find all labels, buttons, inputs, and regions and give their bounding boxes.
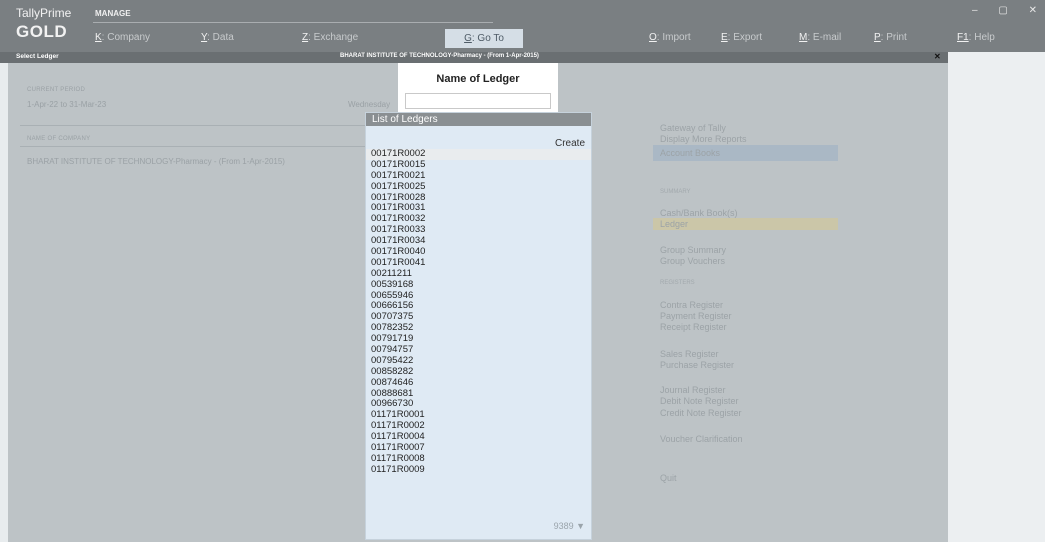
gateway-item[interactable]: Quit [660, 473, 677, 483]
gateway-item[interactable]: Voucher Clarification [660, 434, 743, 444]
app-name: TallyPrime [16, 6, 72, 20]
gateway-item[interactable]: Account Books [660, 148, 720, 158]
menu-print[interactable]: P: Print [874, 32, 907, 43]
ledger-item[interactable]: 00171R0025 [366, 181, 591, 193]
gateway-item[interactable]: Group Vouchers [660, 256, 725, 266]
current-date-label: Wednesday [348, 100, 391, 109]
gateway-item[interactable]: Cash/Bank Book(s) [660, 208, 738, 218]
screen-close-icon[interactable]: ✕ [934, 52, 941, 61]
gateway-item[interactable]: Group Summary [660, 245, 726, 255]
menu-help[interactable]: F1: Help [957, 32, 995, 43]
gateway-item[interactable]: Journal Register [660, 385, 726, 395]
app-edition: GOLD [16, 22, 68, 41]
gateway-item[interactable]: Ledger [660, 219, 688, 229]
section-divider [93, 22, 493, 23]
minimize-icon[interactable]: – [972, 5, 978, 16]
menu-exchange[interactable]: Z: Exchange [302, 32, 358, 43]
screen-title-bar: Select Ledger BHARAT INSTITUTE OF TECHNO… [0, 52, 948, 63]
company-title: BHARAT INSTITUTE OF TECHNOLOGY-Pharmacy … [340, 53, 539, 59]
current-period: 1-Apr-22 to 31-Mar-23 [27, 100, 107, 109]
menu-import[interactable]: O: Import [649, 32, 691, 43]
section-label: MANAGE [95, 9, 131, 18]
goto-button[interactable]: G: Go To [445, 29, 523, 48]
ledger-items: 00171R0002 00171R0015 00171R0021 00171R0025… [366, 148, 591, 476]
close-icon[interactable]: ✕ [1029, 5, 1037, 16]
gateway-item[interactable]: Purchase Register [660, 360, 734, 370]
list-of-ledgers: List of Ledgers Create 00171R0002 00171R0… [365, 112, 592, 540]
gateway-item[interactable]: Gateway of Tally [660, 123, 726, 133]
gateway-section: SUMMARY [660, 189, 691, 195]
ledger-count[interactable]: 9389 ▼ [554, 521, 585, 531]
product-logo: TallyPrime GOLD [16, 6, 71, 42]
gateway-item[interactable]: Debit Note Register [660, 396, 739, 406]
menu-email[interactable]: M: E-mail [799, 32, 841, 43]
gateway-item[interactable]: Display More Reports [660, 134, 747, 144]
gateway-item[interactable]: Payment Register [660, 311, 732, 321]
maximize-icon[interactable]: ▢ [998, 5, 1007, 16]
ledger-item[interactable]: 00539168 [366, 279, 591, 291]
ledger-name-input[interactable] [405, 93, 551, 109]
gateway-item[interactable]: Sales Register [660, 349, 719, 359]
gateway-item[interactable]: Receipt Register [660, 322, 727, 332]
gateway-item[interactable]: Contra Register [660, 300, 723, 310]
button-panel [948, 52, 1045, 542]
menu-data[interactable]: Y: Data [201, 32, 234, 43]
company-label: NAME OF COMPANY [27, 136, 91, 142]
name-of-ledger-title: Name of Ledger [436, 73, 520, 85]
name-of-ledger-panel: Name of Ledger [398, 63, 558, 113]
create-button[interactable]: Create [555, 138, 585, 149]
menu-company[interactable]: K: Company [95, 32, 150, 43]
screen-title: Select Ledger [16, 53, 59, 60]
ledger-item[interactable]: 00874646 [366, 377, 591, 389]
menu-export[interactable]: E: Export [721, 32, 762, 43]
company-name: BHARAT INSTITUTE OF TECHNOLOGY-Pharmacy … [27, 157, 285, 166]
window-controls: – ▢ ✕ [954, 5, 1037, 16]
divider [20, 146, 365, 147]
current-period-label: CURRENT PERIOD [27, 87, 86, 93]
list-header: List of Ledgers [366, 113, 591, 126]
divider [20, 125, 365, 126]
gateway-item[interactable]: Credit Note Register [660, 408, 742, 418]
top-bar: TallyPrime GOLD MANAGE K: Company Y: Dat… [0, 0, 1045, 52]
ledger-item[interactable]: 01171R0009 [366, 464, 591, 476]
gateway-section: REGISTERS [660, 280, 695, 286]
